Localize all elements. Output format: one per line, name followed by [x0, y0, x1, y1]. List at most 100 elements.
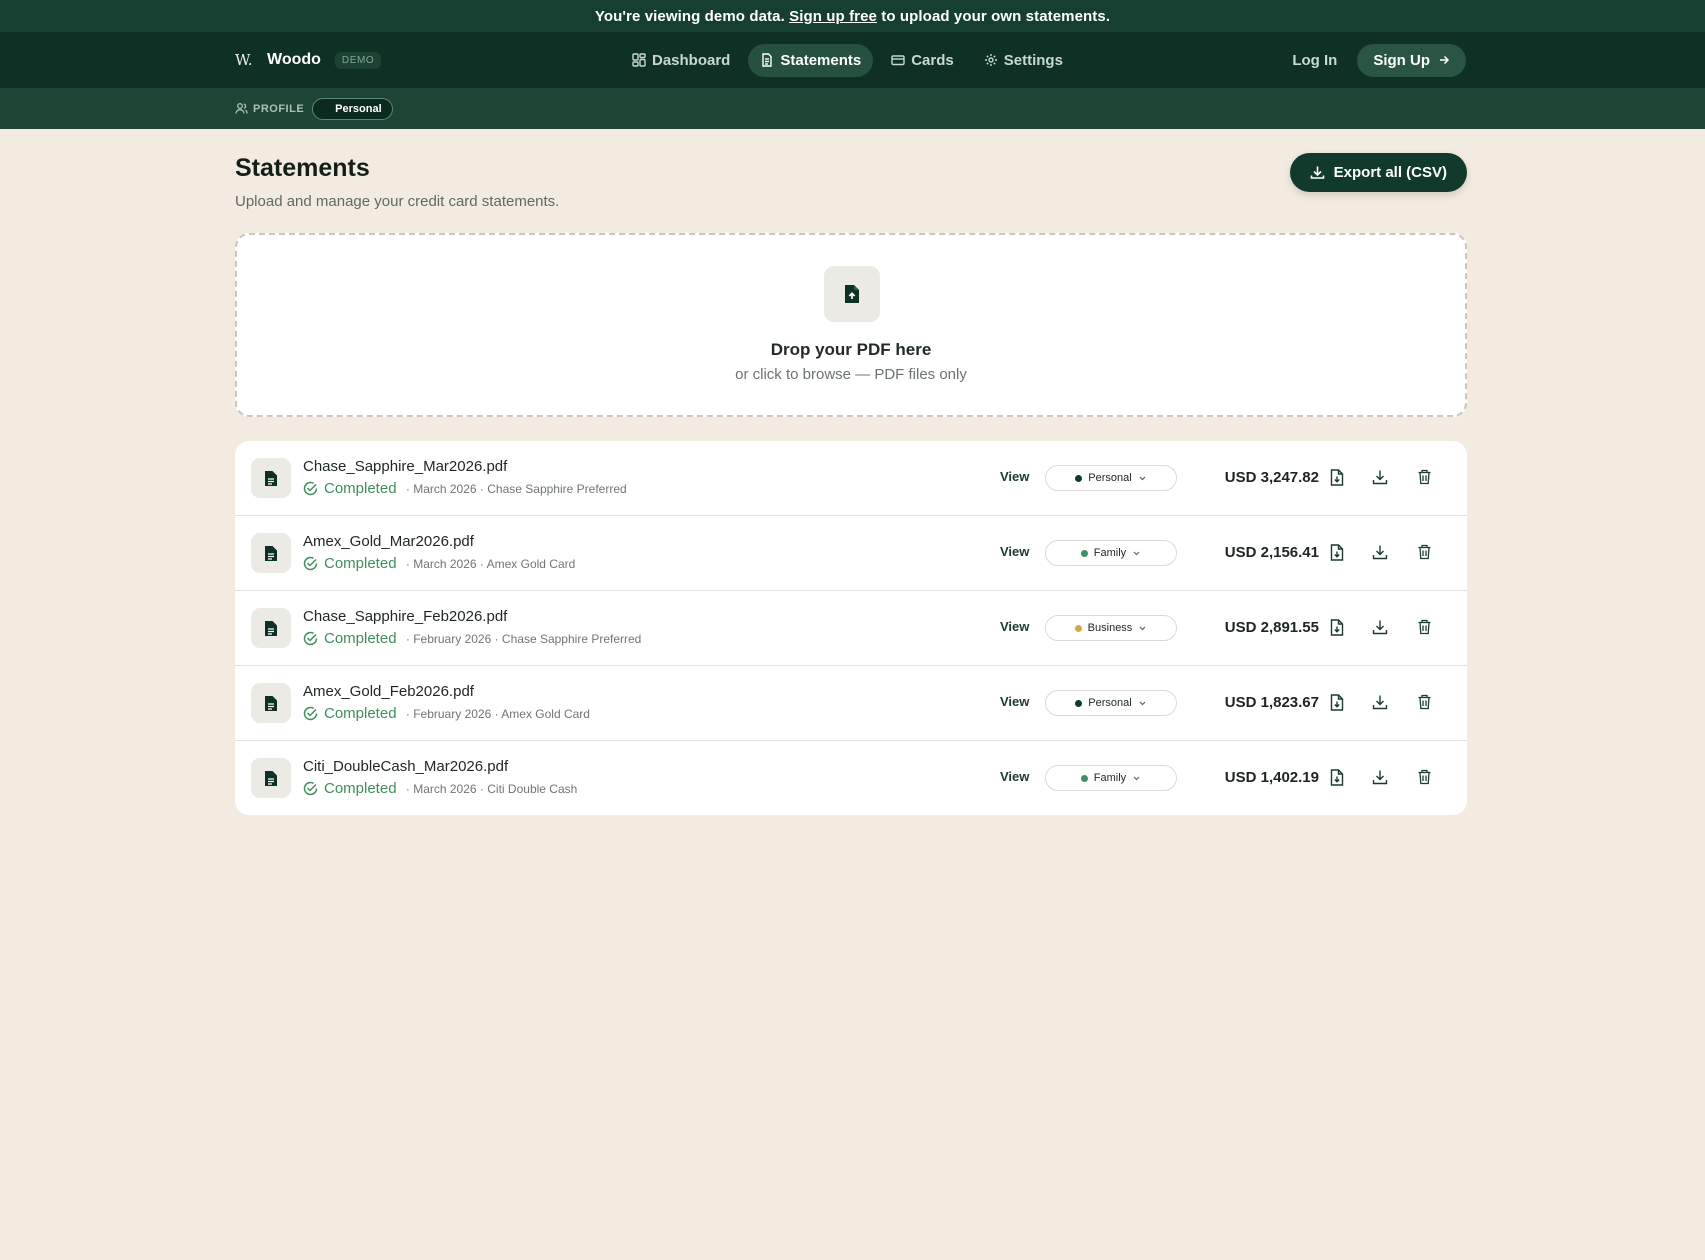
profile-label-text: PROFILE: [253, 102, 305, 115]
reprocess-button[interactable]: [1327, 692, 1347, 712]
statement-row: Amex_Gold_Mar2026.pdf Completed · March …: [235, 516, 1467, 591]
statement-file-name: Chase_Sapphire_Mar2026.pdf: [303, 458, 508, 475]
statement-card: · Chase Sapphire Preferred: [476, 481, 627, 496]
view-button[interactable]: View: [1000, 694, 1029, 709]
statement-card: · Amex Gold Card: [491, 706, 590, 721]
trash-icon: [1417, 469, 1432, 485]
profile-switcher: PROFILE Personal: [235, 88, 393, 129]
reprocess-button[interactable]: [1327, 542, 1347, 562]
trash-icon: [1417, 769, 1432, 785]
brand-name: Woodo: [267, 51, 321, 68]
log-in-button[interactable]: Log In: [1292, 52, 1337, 69]
download-icon: [1372, 469, 1388, 485]
nav-dashboard-label: Dashboard: [652, 51, 731, 69]
profile-select[interactable]: Family: [1045, 540, 1177, 566]
pdf-file-icon: [251, 608, 291, 648]
grid-icon: [632, 53, 646, 67]
statement-amount: USD 1,402.19: [1224, 769, 1319, 786]
profile-select[interactable]: Family: [1045, 765, 1177, 791]
statement-period: · February 2026: [402, 706, 492, 721]
page-title: Statements: [235, 154, 370, 182]
trash-icon: [1417, 544, 1432, 560]
nav-settings[interactable]: Settings: [972, 44, 1075, 77]
gear-icon: [984, 53, 998, 67]
nav-cards-label: Cards: [911, 51, 954, 69]
statement-period: · March 2026: [402, 481, 477, 496]
profile-dot: [1075, 699, 1083, 707]
reprocess-button[interactable]: [1327, 617, 1347, 637]
demo-banner-prefix: You're viewing demo data.: [594, 7, 790, 25]
delete-button[interactable]: [1414, 542, 1434, 562]
sign-up-button[interactable]: Sign Up: [1357, 43, 1466, 77]
profile-bar: PROFILE Personal: [0, 88, 1705, 129]
reprocess-button[interactable]: [1327, 467, 1347, 487]
profile-select-value: Personal: [1088, 697, 1132, 709]
file-refresh-icon: [1329, 543, 1345, 561]
chevron-down-icon: [1138, 474, 1147, 483]
statement-file-name: Citi_DoubleCash_Mar2026.pdf: [303, 758, 509, 775]
status-completed: Completed: [303, 555, 397, 572]
profile-select[interactable]: Business: [1045, 615, 1177, 641]
statement-amount: USD 2,891.55: [1224, 619, 1319, 636]
check-circle-icon: [303, 556, 318, 571]
status-completed: Completed: [303, 780, 397, 797]
download-button[interactable]: [1370, 542, 1390, 562]
brand[interactable]: W. Woodo DEMO: [235, 32, 382, 88]
statement-meta: Completed · March 2026 · Amex Gold Card: [303, 555, 575, 572]
sign-up-free-link[interactable]: Sign up free: [789, 8, 877, 25]
download-button[interactable]: [1370, 467, 1390, 487]
statement-amount: USD 2,156.41: [1224, 544, 1319, 561]
export-csv-button[interactable]: Export all (CSV): [1289, 153, 1467, 192]
download-button[interactable]: [1370, 692, 1390, 712]
chevron-down-icon: [1132, 549, 1141, 558]
arrow-right-icon: [1438, 54, 1450, 66]
statement-card: · Amex Gold Card: [476, 556, 576, 571]
chevron-down-icon: [1132, 774, 1141, 783]
main-content: Statements Upload and manage your credit…: [235, 129, 1467, 815]
nav-dashboard[interactable]: Dashboard: [620, 44, 742, 77]
statement-file-name: Amex_Gold_Feb2026.pdf: [303, 683, 474, 700]
profile-select[interactable]: Personal: [1045, 465, 1177, 491]
auth-actions: Log In Sign Up: [1292, 32, 1466, 88]
nav-cards[interactable]: Cards: [879, 44, 966, 77]
trash-icon: [1417, 694, 1432, 710]
delete-button[interactable]: [1414, 467, 1434, 487]
profile-select[interactable]: Personal: [1045, 690, 1177, 716]
statements-list: Chase_Sapphire_Mar2026.pdf Completed · M…: [235, 441, 1467, 815]
delete-button[interactable]: [1414, 617, 1434, 637]
pdf-file-icon: [251, 683, 291, 723]
dropzone-subtitle: or click to browse — PDF files only: [735, 366, 967, 383]
status-label: Completed: [324, 705, 397, 722]
export-csv-label: Export all (CSV): [1333, 164, 1447, 181]
status-completed: Completed: [303, 630, 397, 647]
statement-period: · March 2026: [402, 781, 477, 796]
download-button[interactable]: [1370, 767, 1390, 787]
pdf-file-icon: [251, 533, 291, 573]
download-icon: [1372, 544, 1388, 560]
pdf-file-icon: [251, 458, 291, 498]
statement-card: · Citi Double Cash: [476, 781, 578, 796]
sign-up-label: Sign Up: [1373, 51, 1430, 69]
view-button[interactable]: View: [1000, 769, 1029, 784]
demo-badge: DEMO: [334, 51, 382, 69]
pdf-dropzone[interactable]: Drop your PDF here or click to browse — …: [235, 233, 1467, 417]
profile-chip-personal[interactable]: Personal: [312, 97, 393, 120]
check-circle-icon: [303, 706, 318, 721]
nav-statements[interactable]: Statements: [748, 43, 874, 77]
status-label: Completed: [324, 630, 397, 647]
pdf-file-icon: [251, 758, 291, 798]
view-button[interactable]: View: [1000, 469, 1029, 484]
chevron-down-icon: [1138, 624, 1147, 633]
profile-select-value: Family: [1093, 772, 1127, 784]
demo-banner-suffix: to upload your own statements.: [877, 7, 1111, 25]
user-icon: [235, 102, 248, 115]
view-button[interactable]: View: [1000, 619, 1029, 634]
download-button[interactable]: [1370, 617, 1390, 637]
statement-amount: USD 1,823.67: [1224, 694, 1319, 711]
delete-button[interactable]: [1414, 692, 1434, 712]
statement-row: Amex_Gold_Feb2026.pdf Completed · Februa…: [235, 666, 1467, 741]
brand-logo: W.: [235, 51, 253, 69]
reprocess-button[interactable]: [1327, 767, 1347, 787]
delete-button[interactable]: [1414, 767, 1434, 787]
view-button[interactable]: View: [1000, 544, 1029, 559]
